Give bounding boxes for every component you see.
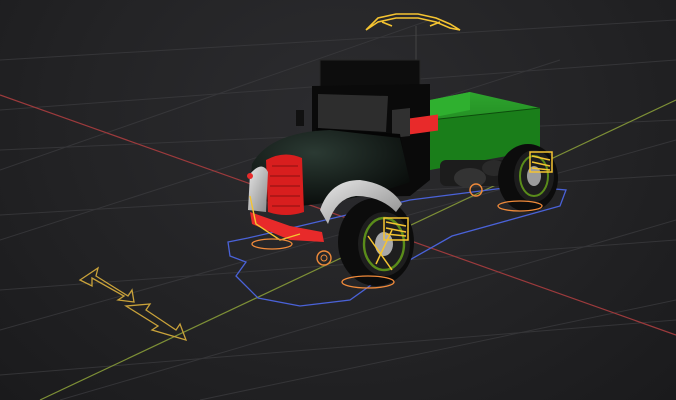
viewport-scene[interactable] [0,0,676,400]
truck-grille [266,154,304,215]
steer-pivot-control[interactable] [316,250,332,266]
left-wheel-ground-control[interactable] [251,238,293,250]
side-mirror [296,110,304,126]
front-wheel [338,198,414,286]
3d-viewport[interactable] [0,0,676,400]
move-arrow-icon[interactable] [78,266,188,341]
